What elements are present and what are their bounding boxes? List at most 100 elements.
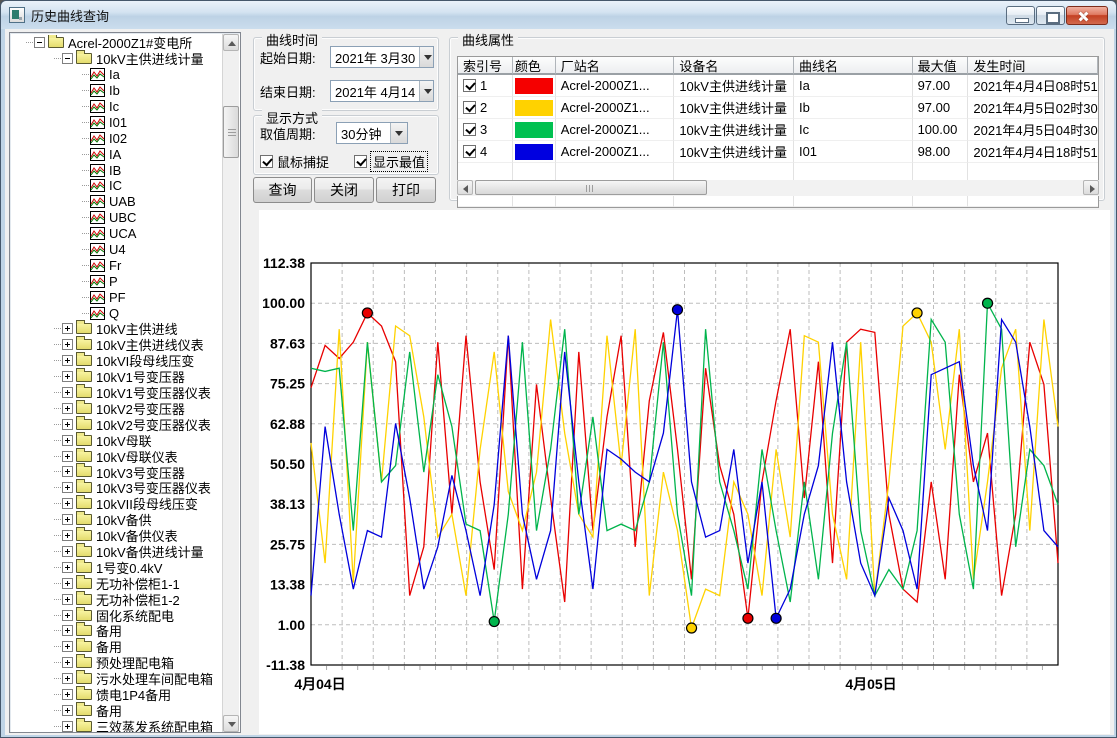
occur-time-cell: 2021年4月4日18时51 <box>968 141 1098 163</box>
tree-item[interactable]: UAB <box>12 194 222 210</box>
tree-item[interactable]: UCA <box>12 226 222 242</box>
start-date-combobox[interactable]: 2021年 3月30 <box>330 46 434 68</box>
tree-scrollbar-thumb[interactable] <box>223 106 239 158</box>
expand-toggle-icon[interactable] <box>62 451 73 462</box>
expand-toggle-icon[interactable] <box>62 435 73 446</box>
collapse-toggle-icon[interactable] <box>34 37 45 48</box>
column-header[interactable]: 发生时间 <box>968 57 1098 75</box>
tree-item[interactable]: Ic <box>12 99 222 115</box>
expand-toggle-icon[interactable] <box>62 339 73 350</box>
column-header[interactable]: 索引号 <box>458 57 513 75</box>
expand-toggle-icon[interactable] <box>62 578 73 589</box>
expand-toggle-icon[interactable] <box>62 355 73 366</box>
curve-icon <box>90 164 105 177</box>
restore-button[interactable] <box>1036 6 1065 25</box>
period-combobox[interactable]: 30分钟 <box>336 122 408 144</box>
curve-icon <box>90 259 105 272</box>
table-horizontal-scrollbar[interactable] <box>457 180 1099 196</box>
curve-visible-checkbox[interactable] <box>463 79 476 92</box>
expand-toggle-icon[interactable] <box>62 641 73 652</box>
column-header[interactable]: 设备名 <box>674 57 794 75</box>
expand-toggle-icon[interactable] <box>62 530 73 541</box>
expand-toggle-icon[interactable] <box>62 387 73 398</box>
curve-properties-group: 曲线属性 索引号颜色厂站名设备名曲线名最大值发生时间1Acrel-2000Z1.… <box>449 37 1105 201</box>
tree-connector <box>54 599 61 600</box>
scroll-up-button[interactable] <box>223 34 239 51</box>
expand-toggle-icon[interactable] <box>62 657 73 668</box>
tree-item[interactable]: 三效蒸发系统配电箱 <box>12 718 222 732</box>
column-header[interactable]: 颜色 <box>513 57 556 75</box>
end-date-label: 结束日期: <box>260 82 316 101</box>
curve-visible-checkbox[interactable] <box>463 123 476 136</box>
expand-toggle-icon[interactable] <box>62 498 73 509</box>
expand-toggle-icon[interactable] <box>62 705 73 716</box>
column-header[interactable]: 最大值 <box>913 57 969 75</box>
tree-item[interactable]: 10kV主供进线计量 <box>12 51 222 67</box>
mouse-capture-checkbox[interactable] <box>260 155 273 168</box>
expand-toggle-icon[interactable] <box>62 625 73 636</box>
tree-vertical-scrollbar[interactable] <box>222 34 239 732</box>
column-header[interactable]: 曲线名 <box>794 57 913 75</box>
close-button[interactable] <box>1066 6 1108 25</box>
expand-toggle-icon[interactable] <box>62 562 73 573</box>
scroll-left-button[interactable] <box>457 180 473 195</box>
table-row[interactable]: 1Acrel-2000Z1...10kV主供进线计量Ia97.002021年4月… <box>458 75 1098 97</box>
query-button[interactable]: 查询 <box>253 177 312 203</box>
tree-item[interactable]: IB <box>12 162 222 178</box>
tree-item-label: UAB <box>109 194 136 209</box>
table-row[interactable]: 4Acrel-2000Z1...10kV主供进线计量I0198.002021年4… <box>458 141 1098 163</box>
tree-item[interactable]: I01 <box>12 114 222 130</box>
tree-item[interactable]: U4 <box>12 242 222 258</box>
expand-toggle-icon[interactable] <box>62 514 73 525</box>
show-extremes-checkbox[interactable] <box>354 155 367 168</box>
curve-visible-checkbox[interactable] <box>463 145 476 158</box>
tree-item[interactable]: Ia <box>12 67 222 83</box>
minimize-button[interactable] <box>1006 6 1035 25</box>
expand-toggle-icon[interactable] <box>62 323 73 334</box>
tree-item[interactable]: Ib <box>12 83 222 99</box>
end-date-combobox[interactable]: 2021年 4月14 <box>330 80 434 102</box>
tree-connector <box>54 678 61 679</box>
expand-toggle-icon[interactable] <box>62 482 73 493</box>
history-curve-chart[interactable]: 112.38100.0087.6375.2562.8850.5038.1325.… <box>259 210 1110 734</box>
arrow-up-icon <box>228 41 236 46</box>
expand-toggle-icon[interactable] <box>62 721 73 732</box>
expand-toggle-icon[interactable] <box>62 403 73 414</box>
table-scrollbar-thumb[interactable] <box>475 180 707 195</box>
tree-item[interactable]: IC <box>12 178 222 194</box>
table-row[interactable]: 2Acrel-2000Z1...10kV主供进线计量Ib97.002021年4月… <box>458 97 1098 119</box>
expand-toggle-icon[interactable] <box>62 419 73 430</box>
device-cell: 10kV主供进线计量 <box>674 97 794 119</box>
print-button[interactable]: 打印 <box>376 177 436 203</box>
tree-item-label: UBC <box>109 210 136 225</box>
tree-item[interactable]: PF <box>12 289 222 305</box>
collapse-toggle-icon[interactable] <box>62 53 73 64</box>
expand-toggle-icon[interactable] <box>62 610 73 621</box>
end-date-dropdown-icon[interactable] <box>419 81 433 101</box>
titlebar[interactable]: 历史曲线查询 <box>1 1 1116 29</box>
tree-item[interactable]: IA <box>12 146 222 162</box>
tree-item[interactable]: P <box>12 273 222 289</box>
extreme-marker-Ia <box>743 613 753 623</box>
scroll-down-button[interactable] <box>223 715 239 732</box>
table-row[interactable]: 3Acrel-2000Z1...10kV主供进线计量Ic100.002021年4… <box>458 119 1098 141</box>
expand-toggle-icon[interactable] <box>62 546 73 557</box>
expand-toggle-icon[interactable] <box>62 689 73 700</box>
tree-connector <box>82 170 89 171</box>
tree-item[interactable]: UBC <box>12 210 222 226</box>
expand-toggle-icon[interactable] <box>62 673 73 684</box>
start-date-dropdown-icon[interactable] <box>419 47 433 67</box>
scroll-right-button[interactable] <box>1083 180 1099 195</box>
period-dropdown-icon[interactable] <box>390 123 407 143</box>
tree-connector <box>54 424 61 425</box>
tree-item[interactable]: I02 <box>12 130 222 146</box>
close-query-button[interactable]: 关闭 <box>314 177 374 203</box>
expand-toggle-icon[interactable] <box>62 594 73 605</box>
expand-toggle-icon[interactable] <box>62 466 73 477</box>
expand-toggle-icon[interactable] <box>62 371 73 382</box>
tree-item[interactable]: Fr <box>12 257 222 273</box>
curve-visible-checkbox[interactable] <box>463 101 476 114</box>
tree-connector <box>54 440 61 441</box>
column-header[interactable]: 厂站名 <box>556 57 675 75</box>
max-value-cell: 97.00 <box>913 97 969 119</box>
